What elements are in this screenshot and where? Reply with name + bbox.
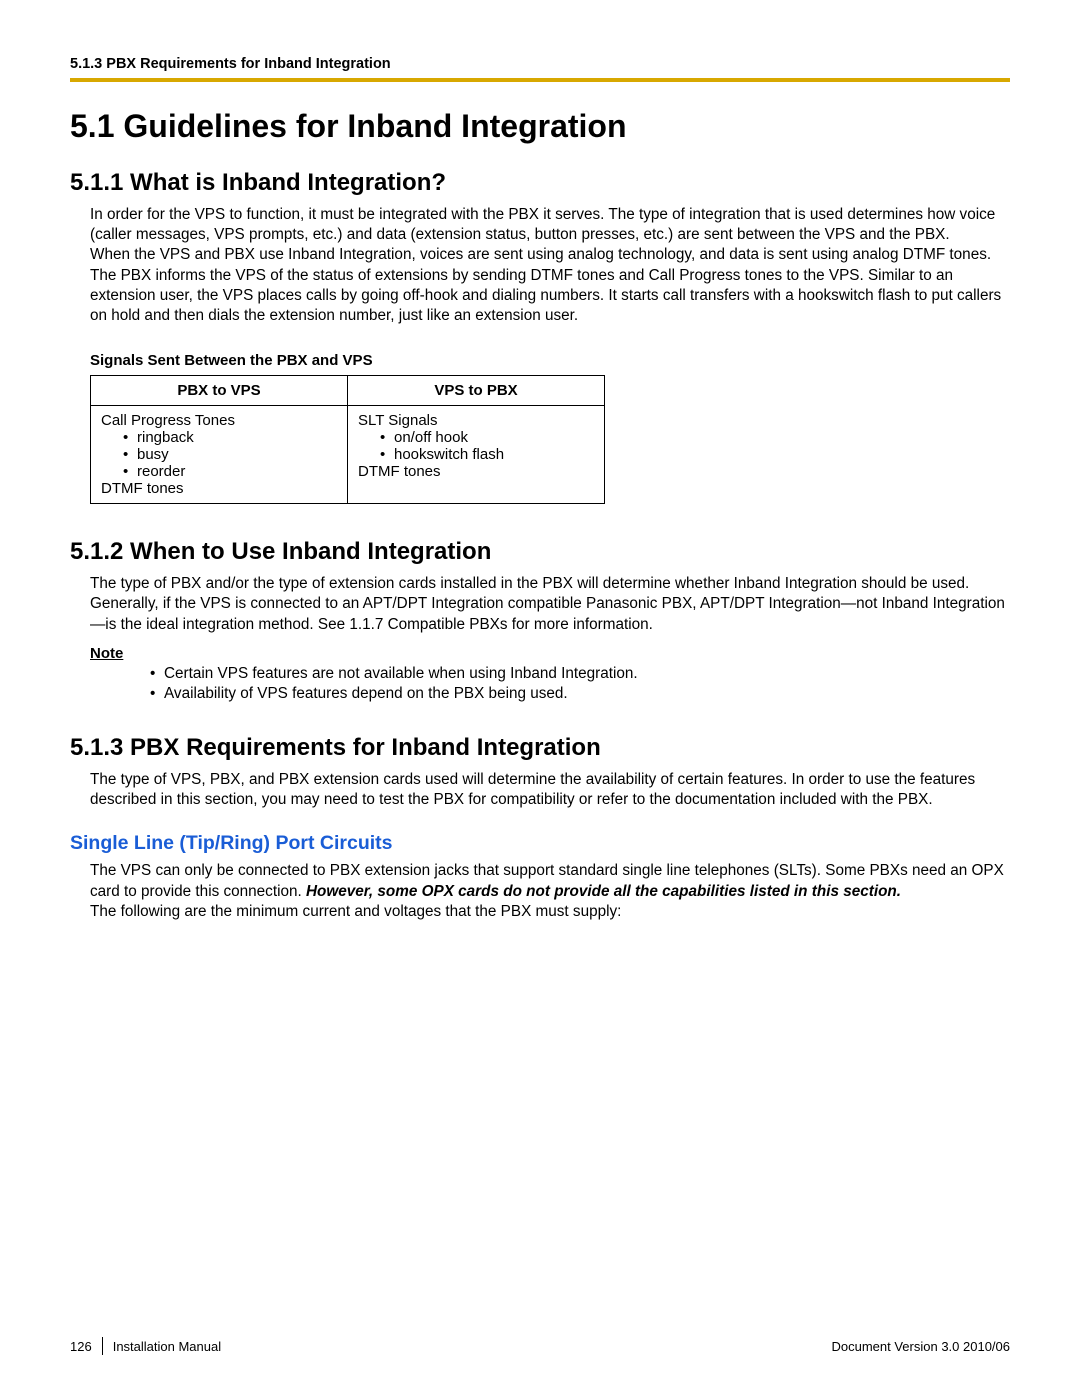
para-512: The type of PBX and/or the type of exten… (90, 574, 1010, 635)
page-footer: 126 Installation Manual Document Version… (70, 1337, 1010, 1355)
heading-512: 5.1.2 When to Use Inband Integration (70, 538, 1010, 566)
page-number: 126 (70, 1339, 92, 1354)
list-item: on/off hook (380, 429, 594, 446)
list-item: hookswitch flash (380, 446, 594, 463)
note-list: Certain VPS features are not available w… (70, 664, 1010, 704)
para-single-line-1: The VPS can only be connected to PBX ext… (90, 861, 1010, 901)
cell-text: Call Progress Tones (101, 412, 337, 429)
list-item: Availability of VPS features depend on t… (150, 684, 1010, 704)
signals-subhead: Signals Sent Between the PBX and VPS (90, 352, 1010, 369)
table-header-pbx-to-vps: PBX to VPS (91, 376, 348, 406)
header-rule (70, 78, 1010, 82)
table-header-vps-to-pbx: VPS to PBX (348, 376, 605, 406)
cell-list: on/off hook hookswitch flash (358, 429, 594, 463)
page: 5.1.3 PBX Requirements for Inband Integr… (0, 0, 1080, 1397)
para-511-2: When the VPS and PBX use Inband Integrat… (90, 245, 1010, 265)
cell-text: SLT Signals (358, 412, 594, 429)
list-item: reorder (123, 463, 337, 480)
cell-text: DTMF tones (358, 463, 594, 480)
para-511-3: The PBX informs the VPS of the status of… (90, 266, 1010, 327)
footer-divider (102, 1337, 103, 1355)
list-item: Certain VPS features are not available w… (150, 664, 1010, 684)
cell-list: ringback busy reorder (101, 429, 337, 480)
para-513: The type of VPS, PBX, and PBX extension … (90, 770, 1010, 810)
list-item: busy (123, 446, 337, 463)
emphasis: However, some OPX cards do not provide a… (306, 883, 901, 900)
para-511-1: In order for the VPS to function, it mus… (90, 205, 1010, 245)
table-cell-right: SLT Signals on/off hook hookswitch flash… (348, 406, 605, 504)
running-header: 5.1.3 PBX Requirements for Inband Integr… (70, 56, 1010, 72)
cell-text: DTMF tones (101, 480, 337, 497)
heading-section: 5.1 Guidelines for Inband Integration (70, 108, 1010, 145)
doc-title: Installation Manual (113, 1339, 221, 1354)
heading-single-line: Single Line (Tip/Ring) Port Circuits (70, 832, 1010, 855)
para-single-line-2: The following are the minimum current an… (90, 902, 1010, 922)
doc-version: Document Version 3.0 2010/06 (831, 1339, 1010, 1354)
heading-513: 5.1.3 PBX Requirements for Inband Integr… (70, 734, 1010, 762)
note-label: Note (90, 645, 1010, 662)
signals-table: PBX to VPS VPS to PBX Call Progress Tone… (90, 375, 605, 504)
heading-511: 5.1.1 What is Inband Integration? (70, 169, 1010, 197)
table-cell-left: Call Progress Tones ringback busy reorde… (91, 406, 348, 504)
list-item: ringback (123, 429, 337, 446)
